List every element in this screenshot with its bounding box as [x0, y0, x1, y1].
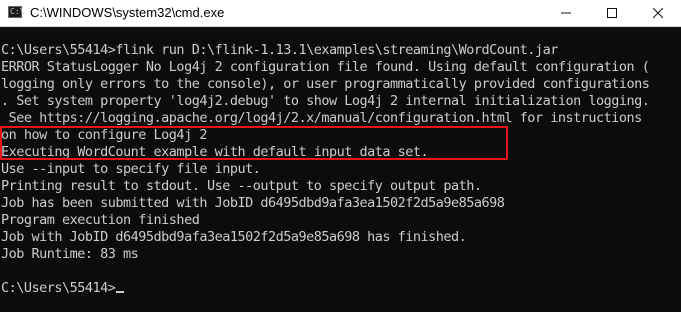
text-cursor: [116, 291, 125, 293]
console-line: on how to configure Log4j 2: [1, 127, 207, 143]
console-line: ERROR StatusLogger No Log4j 2 configurat…: [1, 59, 650, 75]
title-bar[interactable]: C:\ C:\WINDOWS\system32\cmd.exe: [0, 0, 681, 27]
console-line-command: C:\Users\55414>flink run D:\flink-1.13.1…: [1, 42, 558, 58]
close-icon[interactable]: [635, 0, 681, 26]
console-line: Executing WordCount example with default…: [1, 144, 429, 160]
window-controls: [543, 0, 681, 26]
window-title: C:\WINDOWS\system32\cmd.exe: [30, 5, 225, 20]
cmd-window: C:\ C:\WINDOWS\system32\cmd.exe C:\Users…: [0, 0, 681, 312]
console-line: Program execution finished: [1, 212, 200, 228]
cmd-icon[interactable]: C:\: [8, 6, 24, 18]
minimize-icon[interactable]: [543, 0, 589, 26]
maximize-icon[interactable]: [589, 0, 635, 26]
console-output[interactable]: C:\Users\55414>flink run D:\flink-1.13.1…: [0, 28, 681, 312]
console-line: . Set system property 'log4j2.debug' to …: [1, 93, 650, 109]
command-prompt-line[interactable]: C:\Users\55414>: [0, 280, 681, 297]
console-line-highlighted: Printing result to stdout. Use --output …: [1, 178, 482, 194]
command-prompt: C:\Users\55414>: [1, 280, 116, 296]
console-line: Job with JobID d6495dbd9afa3ea1502f2d5a9…: [1, 229, 467, 245]
console-line: See https://logging.apache.org/log4j/2.x…: [1, 110, 643, 126]
console-line-highlighted: Use --input to specify file input.: [1, 161, 261, 177]
console-line: Job has been submitted with JobID d6495d…: [1, 195, 505, 211]
console-line: logging only errors to the console), or …: [1, 76, 650, 92]
console-line: Job Runtime: 83 ms: [1, 246, 139, 262]
